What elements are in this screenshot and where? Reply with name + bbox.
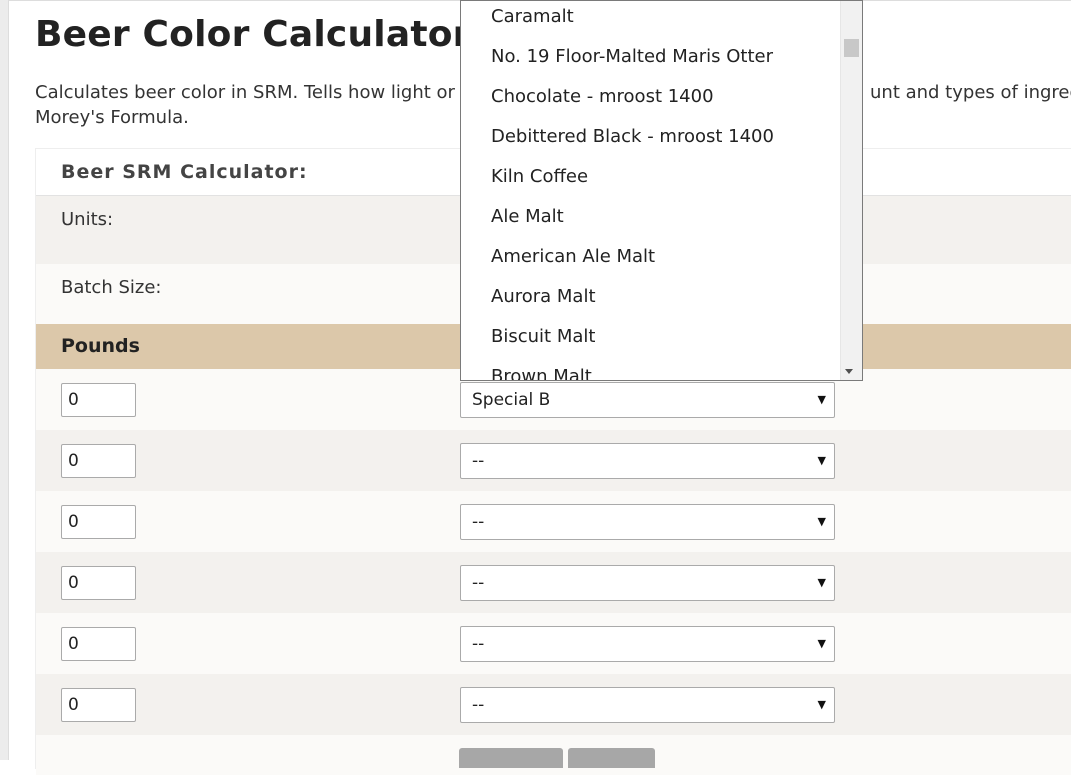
grain-row: 0 -- ▼ <box>36 491 1071 552</box>
left-edge-strip <box>0 0 9 760</box>
pounds-input[interactable]: 0 <box>61 688 136 722</box>
dropdown-option[interactable]: Caramalt <box>491 6 574 27</box>
grain-select[interactable]: -- ▼ <box>460 687 835 723</box>
dropdown-option[interactable]: American Ale Malt <box>491 246 655 267</box>
grain-select[interactable]: -- ▼ <box>460 565 835 601</box>
dropdown-option[interactable]: Brown Malt <box>491 366 592 380</box>
calculate-button[interactable] <box>459 748 563 768</box>
intro-left: Calculates beer color in SRM. Tells how … <box>35 82 484 103</box>
dropdown-option[interactable]: Kiln Coffee <box>491 166 588 187</box>
intro-line2: Morey's Formula. <box>35 107 189 128</box>
reset-button[interactable] <box>568 748 655 768</box>
grain-select-value: -- <box>472 512 485 532</box>
chevron-down-icon: ▼ <box>817 393 826 406</box>
pounds-input[interactable]: 0 <box>61 566 136 600</box>
dropdown-option[interactable]: Aurora Malt <box>491 286 596 307</box>
chevron-down-icon: ▼ <box>817 698 826 711</box>
pounds-input[interactable]: 0 <box>61 505 136 539</box>
grain-select[interactable]: -- ▼ <box>460 626 835 662</box>
grain-select-value: -- <box>472 451 485 471</box>
panel-title: Beer SRM Calculator: <box>61 161 308 183</box>
grain-select-value: -- <box>472 573 485 593</box>
grain-row: 0 -- ▼ <box>36 430 1071 491</box>
pounds-input[interactable]: 0 <box>61 627 136 661</box>
units-label: Units: <box>61 209 114 230</box>
scrollbar-thumb[interactable] <box>844 39 859 57</box>
grain-select-value: -- <box>472 634 485 654</box>
grain-row: 0 -- ▼ <box>36 674 1071 735</box>
dropdown-option[interactable]: No. 19 Floor-Malted Maris Otter <box>491 46 773 67</box>
dropdown-option[interactable]: Biscuit Malt <box>491 326 595 347</box>
pounds-input[interactable]: 0 <box>61 383 136 417</box>
chevron-down-icon: ▼ <box>817 576 826 589</box>
chevron-down-icon: ▼ <box>817 454 826 467</box>
grain-select[interactable]: Special B ▼ <box>460 382 835 418</box>
grain-select-value: -- <box>472 695 485 715</box>
pounds-column-header: Pounds <box>61 335 140 357</box>
grain-row: 0 -- ▼ <box>36 613 1071 674</box>
intro-right: unt and types of ingredie <box>870 82 1071 103</box>
scroll-down-arrow-icon[interactable] <box>845 369 853 374</box>
grain-select[interactable]: -- ▼ <box>460 443 835 479</box>
grain-select-value: Special B <box>472 390 551 410</box>
pounds-input[interactable]: 0 <box>61 444 136 478</box>
chevron-down-icon: ▼ <box>817 637 826 650</box>
grain-dropdown-list[interactable]: Caramalt No. 19 Floor-Malted Maris Otter… <box>460 0 863 381</box>
dropdown-scrollbar[interactable] <box>840 1 862 380</box>
dropdown-option[interactable]: Chocolate - mroost 1400 <box>491 86 714 107</box>
grain-select[interactable]: -- ▼ <box>460 504 835 540</box>
dropdown-option[interactable]: Ale Malt <box>491 206 564 227</box>
grain-row: 0 -- ▼ <box>36 552 1071 613</box>
chevron-down-icon: ▼ <box>817 515 826 528</box>
batch-size-label: Batch Size: <box>61 277 162 298</box>
dropdown-option[interactable]: Debittered Black - mroost 1400 <box>491 126 774 147</box>
